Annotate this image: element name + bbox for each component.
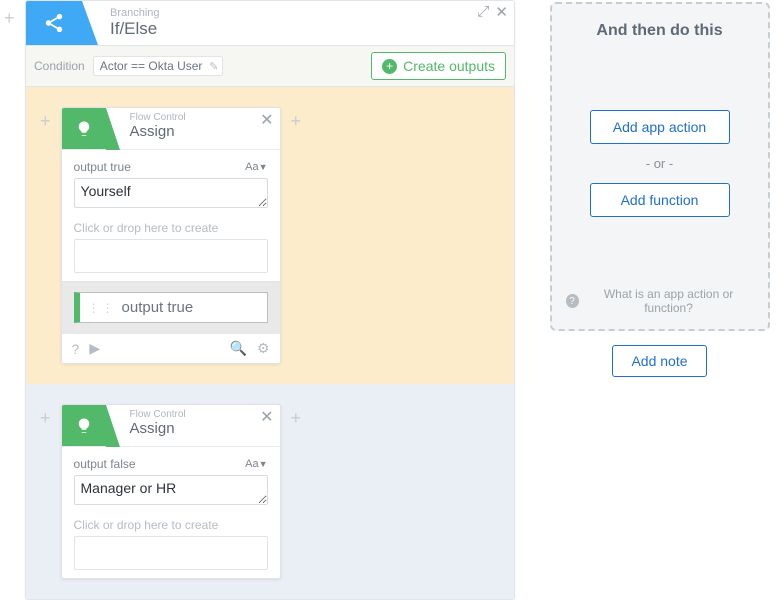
add-after-true[interactable]: + [287, 107, 306, 132]
assign-category: Flow Control [130, 409, 186, 420]
drop-zone[interactable] [74, 239, 268, 273]
field-label: output true [74, 160, 131, 174]
help-link[interactable]: ? What is an app action or function? [566, 287, 754, 315]
help-icon[interactable]: ? [72, 341, 80, 357]
true-branch: + ✕ Flow Control Assign o [26, 87, 514, 384]
false-branch: + ✕ Flow Control Assign o [26, 384, 514, 599]
drop-label: Click or drop here to create [74, 518, 268, 532]
then-panel: And then do this Add app action - or - A… [550, 2, 770, 331]
ifelse-header: Branching If/Else ⤢ ✕ [26, 1, 514, 46]
ifelse-card: Branching If/Else ⤢ ✕ Condition Actor ==… [25, 0, 515, 600]
type-selector[interactable]: Aa▼ [245, 458, 267, 470]
assign-card-false: ✕ Flow Control Assign output false [61, 404, 281, 579]
assign-title: Assign [130, 123, 186, 140]
branching-icon [26, 1, 82, 45]
drop-zone[interactable] [74, 536, 268, 570]
flowcontrol-icon [62, 405, 106, 446]
expand-icon[interactable]: ⤢ [477, 3, 489, 21]
drop-label: Click or drop here to create [74, 221, 268, 235]
create-outputs-button[interactable]: + Create outputs [371, 52, 506, 80]
value-input[interactable] [74, 475, 268, 505]
condition-chip[interactable]: Actor == Okta User ✎ [93, 56, 224, 76]
add-app-action-button[interactable]: Add app action [590, 110, 730, 144]
close-icon[interactable]: ✕ [260, 407, 273, 427]
pencil-icon[interactable]: ✎ [209, 60, 218, 73]
value-input[interactable] [74, 178, 268, 208]
output-row: ⋮⋮ output true [62, 281, 280, 333]
condition-text: Actor == Okta User [100, 59, 203, 73]
or-separator: - or - [566, 156, 754, 171]
add-before-false[interactable]: + [36, 404, 55, 429]
condition-label: Condition [34, 59, 85, 73]
assign-title: Assign [130, 420, 186, 437]
ifelse-category: Branching [110, 7, 514, 19]
question-icon: ? [566, 294, 579, 308]
add-note-button[interactable]: Add note [612, 345, 706, 377]
then-title: And then do this [566, 22, 754, 40]
flowcontrol-icon [62, 108, 106, 149]
add-before-true[interactable]: + [36, 107, 55, 132]
output-pill[interactable]: ⋮⋮ output true [74, 292, 268, 323]
type-selector[interactable]: Aa▼ [245, 161, 267, 173]
caret-down-icon: ▼ [259, 162, 268, 172]
add-function-button[interactable]: Add function [590, 183, 730, 217]
grip-icon: ⋮⋮ [88, 301, 116, 315]
assign-category: Flow Control [130, 112, 186, 123]
assign-card-true: ✕ Flow Control Assign output true [61, 107, 281, 364]
add-step-gutter[interactable]: + [4, 8, 15, 29]
caret-down-icon: ▼ [259, 459, 268, 469]
gear-icon[interactable]: ⚙ [257, 340, 270, 357]
ifelse-title: If/Else [110, 19, 514, 39]
field-label: output false [74, 457, 136, 471]
close-icon[interactable]: ✕ [495, 3, 508, 21]
add-after-false[interactable]: + [287, 404, 306, 429]
search-icon[interactable]: 🔍 [230, 340, 247, 357]
ifelse-toolbar: Condition Actor == Okta User ✎ + Create … [26, 46, 514, 87]
plus-circle-icon: + [382, 59, 397, 74]
close-icon[interactable]: ✕ [260, 110, 273, 130]
play-icon[interactable]: ▶ [89, 340, 100, 357]
